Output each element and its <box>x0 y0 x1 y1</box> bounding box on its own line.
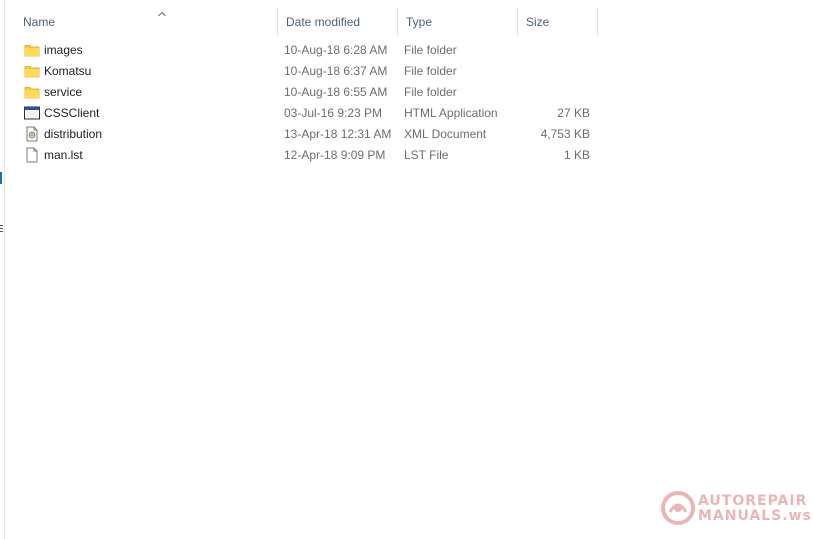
file-row-komatsu[interactable]: Komatsu 10-Aug-18 6:37 AM File folder <box>15 61 605 82</box>
file-date-modified: 12-Apr-18 9:09 PM <box>284 148 386 162</box>
file-size <box>520 61 590 82</box>
file-name: service <box>44 85 83 99</box>
column-header-type-label: Type <box>406 15 433 29</box>
file-name: Komatsu <box>44 64 92 78</box>
watermark: AUTOREPAIR MANUALS.ws <box>658 488 811 528</box>
file-type: XML Document <box>404 127 487 141</box>
column-header-date-modified[interactable]: Date modified <box>278 8 398 36</box>
blank-file-icon <box>26 147 38 163</box>
column-header-size[interactable]: Size <box>518 8 598 36</box>
left-pane-edge <box>0 0 6 539</box>
column-header-date-label: Date modified <box>286 15 361 29</box>
file-date-modified: 13-Apr-18 12:31 AM <box>284 127 392 141</box>
watermark-line2: MANUALS.ws <box>698 508 812 524</box>
column-header-name-label: Name <box>23 15 56 29</box>
file-date-modified: 10-Aug-18 6:55 AM <box>284 85 388 99</box>
file-row-service[interactable]: service 10-Aug-18 6:55 AM File folder <box>15 82 605 103</box>
sort-ascending-icon <box>158 11 166 17</box>
watermark-logo-icon <box>661 491 695 525</box>
column-header-name[interactable]: Name <box>15 8 278 36</box>
file-size <box>520 82 590 103</box>
file-row-images[interactable]: images 10-Aug-18 6:28 AM File folder <box>15 40 605 61</box>
column-header-type[interactable]: Type <box>398 8 518 36</box>
nav-pane-selection-marker <box>0 172 2 184</box>
file-type: HTML Application <box>404 106 498 120</box>
file-size <box>520 40 590 61</box>
file-row-man-lst[interactable]: man.lst 12-Apr-18 9:09 PM LST File 1 KB <box>15 145 605 166</box>
column-header-size-label: Size <box>526 15 550 29</box>
file-type: LST File <box>404 148 449 162</box>
file-type: File folder <box>404 64 457 78</box>
file-row-distribution[interactable]: distribution 13-Apr-18 12:31 AM XML Docu… <box>15 124 605 145</box>
folder-icon <box>24 66 40 78</box>
folder-icon <box>24 87 40 99</box>
hta-application-icon <box>24 106 40 120</box>
folder-icon <box>24 45 40 57</box>
file-type: File folder <box>404 85 457 99</box>
file-name: CSSClient <box>44 106 100 120</box>
file-name: images <box>44 43 83 57</box>
nav-pane-grip <box>0 225 3 233</box>
file-row-cssclient[interactable]: CSSClient 03-Jul-16 9:23 PM HTML Applica… <box>15 103 605 124</box>
file-size: 4,753 KB <box>540 127 590 141</box>
file-size: 27 KB <box>557 106 590 120</box>
file-date-modified: 03-Jul-16 9:23 PM <box>284 106 383 120</box>
file-date-modified: 10-Aug-18 6:37 AM <box>284 64 388 78</box>
file-type: File folder <box>404 43 457 57</box>
xml-document-icon <box>26 126 38 142</box>
watermark-line1: AUTOREPAIR <box>698 493 808 509</box>
file-name: distribution <box>44 127 103 141</box>
file-name: man.lst <box>44 148 83 162</box>
file-size: 1 KB <box>563 148 590 162</box>
file-date-modified: 10-Aug-18 6:28 AM <box>284 43 388 57</box>
pane-divider[interactable] <box>4 0 5 539</box>
